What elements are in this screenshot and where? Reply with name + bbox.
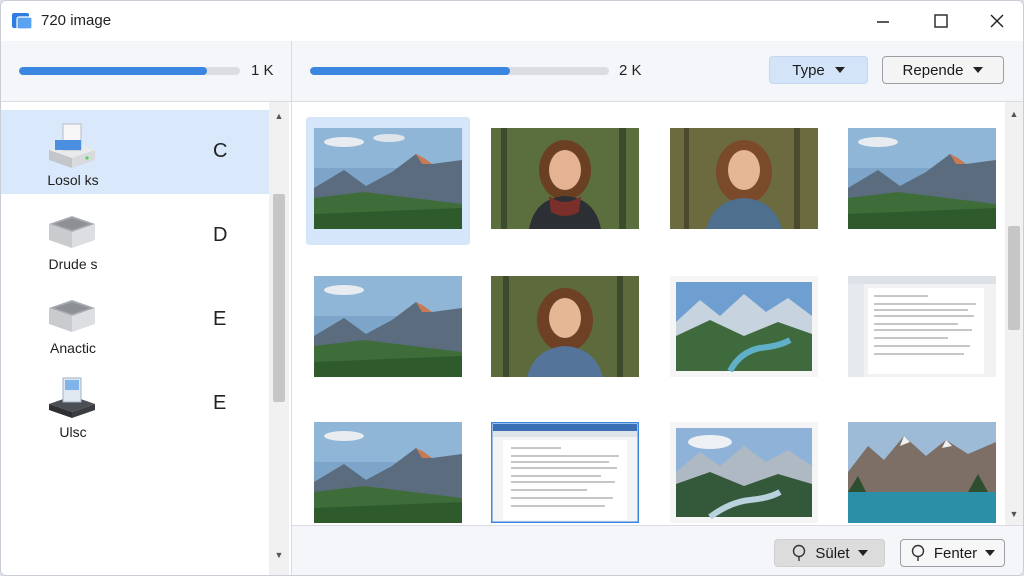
portrait-photo-icon [670,128,818,229]
mountain-river-print-icon [670,276,818,377]
window-title: 720 image [41,12,112,29]
landscape-photo-icon [314,276,462,377]
filter-button-label: Fenter [933,544,978,562]
thumbnail-item[interactable] [306,265,470,393]
maximize-icon [934,14,948,28]
filter-button[interactable]: Fenter [900,539,1005,567]
thumbnail-item[interactable] [483,117,647,245]
portrait-photo-icon [491,128,639,229]
sort-dropdown-label: Repende [902,61,964,79]
drive-item-c[interactable]: Losol ks C [1,110,269,194]
document-screenshot-icon [491,422,639,523]
select-button[interactable]: Sület [774,539,885,567]
thumbnail-item[interactable] [840,411,1004,525]
right-capacity-fill [310,67,511,75]
chevron-down-icon [857,550,868,556]
right-capacity-label: 2 K [619,62,642,79]
portrait-photo-icon [491,276,639,377]
close-icon [990,14,1004,28]
thumbnail-grid [292,102,1005,525]
usb-drive-icon [49,377,95,418]
thumbnail-item[interactable] [662,117,826,245]
thumbnail-item[interactable] [662,265,826,393]
minimize-button[interactable] [863,7,903,35]
chevron-down-icon [985,550,996,556]
mountain-river-print-icon [670,422,818,523]
scroll-down-icon[interactable]: ▼ [1005,506,1023,522]
minimize-icon [877,21,889,23]
drive-list-scrollbar[interactable]: ▲ ▼ [269,102,289,575]
thumbnail-item[interactable] [840,265,1004,393]
drive-item-usb[interactable]: Ulsc E [1,362,269,446]
right-capacity-bar [310,67,609,75]
lake-mountain-photo-icon [848,422,996,523]
left-capacity-fill [19,67,207,75]
drive-label: Anactic [50,340,96,356]
thumbnail-item[interactable] [306,411,470,525]
landscape-photo-icon [314,422,462,523]
chevron-down-icon [973,67,984,73]
left-capacity-label: 1 K [251,62,274,79]
pin-icon [911,544,925,561]
landscape-photo-icon [314,128,462,229]
title-bar: 720 image [1,1,1023,41]
type-dropdown-label: Type [792,61,825,79]
drive-label: Ulsc [59,424,87,440]
scrollbar-thumb[interactable] [273,194,285,402]
status-bar: Sület Fenter [292,525,1023,575]
drive-icon [49,300,95,332]
drive-letter: C [213,140,228,162]
type-dropdown[interactable]: Type [769,56,868,84]
sort-dropdown[interactable]: Repende [882,56,1004,84]
thumbnail-item[interactable] [483,265,647,393]
thumbnail-item[interactable] [662,411,826,525]
scroll-down-icon[interactable]: ▼ [269,547,289,563]
thumbnail-item[interactable] [306,117,470,245]
drive-list: Losol ks C Drude s D Anactic E Ulsc E ▲ … [1,102,292,575]
document-screenshot-icon [848,276,996,377]
close-button[interactable] [977,7,1017,35]
scroll-up-icon[interactable]: ▲ [269,108,289,124]
right-toolbar: 2 K Type Repende [292,41,1023,102]
drive-label: Drude s [48,256,98,272]
drive-item-d[interactable]: Drude s D [1,194,269,278]
thumbnail-item[interactable] [483,411,647,525]
select-button-label: Sület [815,544,850,562]
thumbnail-scrollbar[interactable]: ▲ ▼ [1005,102,1023,525]
drive-letter: E [213,308,227,330]
drive-icon [49,216,95,248]
thumbnail-item[interactable] [840,117,1004,245]
landscape-photo-icon [848,128,996,229]
scroll-up-icon[interactable]: ▲ [1005,106,1023,122]
chevron-down-icon [834,67,845,73]
drive-label: Losol ks [47,172,99,188]
drive-item-e[interactable]: Anactic E [1,278,269,362]
app-icon [12,13,33,30]
drive-open-icon [49,123,95,168]
left-capacity-bar [19,67,240,75]
drive-letter: E [213,392,227,414]
maximize-button[interactable] [921,7,961,35]
scrollbar-thumb[interactable] [1008,226,1020,330]
left-toolbar: 1 K [1,41,292,102]
pin-icon [793,544,806,561]
app-window: 720 image 1 K Losol ks C Drude s D Anact… [0,0,1024,576]
drive-letter: D [213,224,228,246]
